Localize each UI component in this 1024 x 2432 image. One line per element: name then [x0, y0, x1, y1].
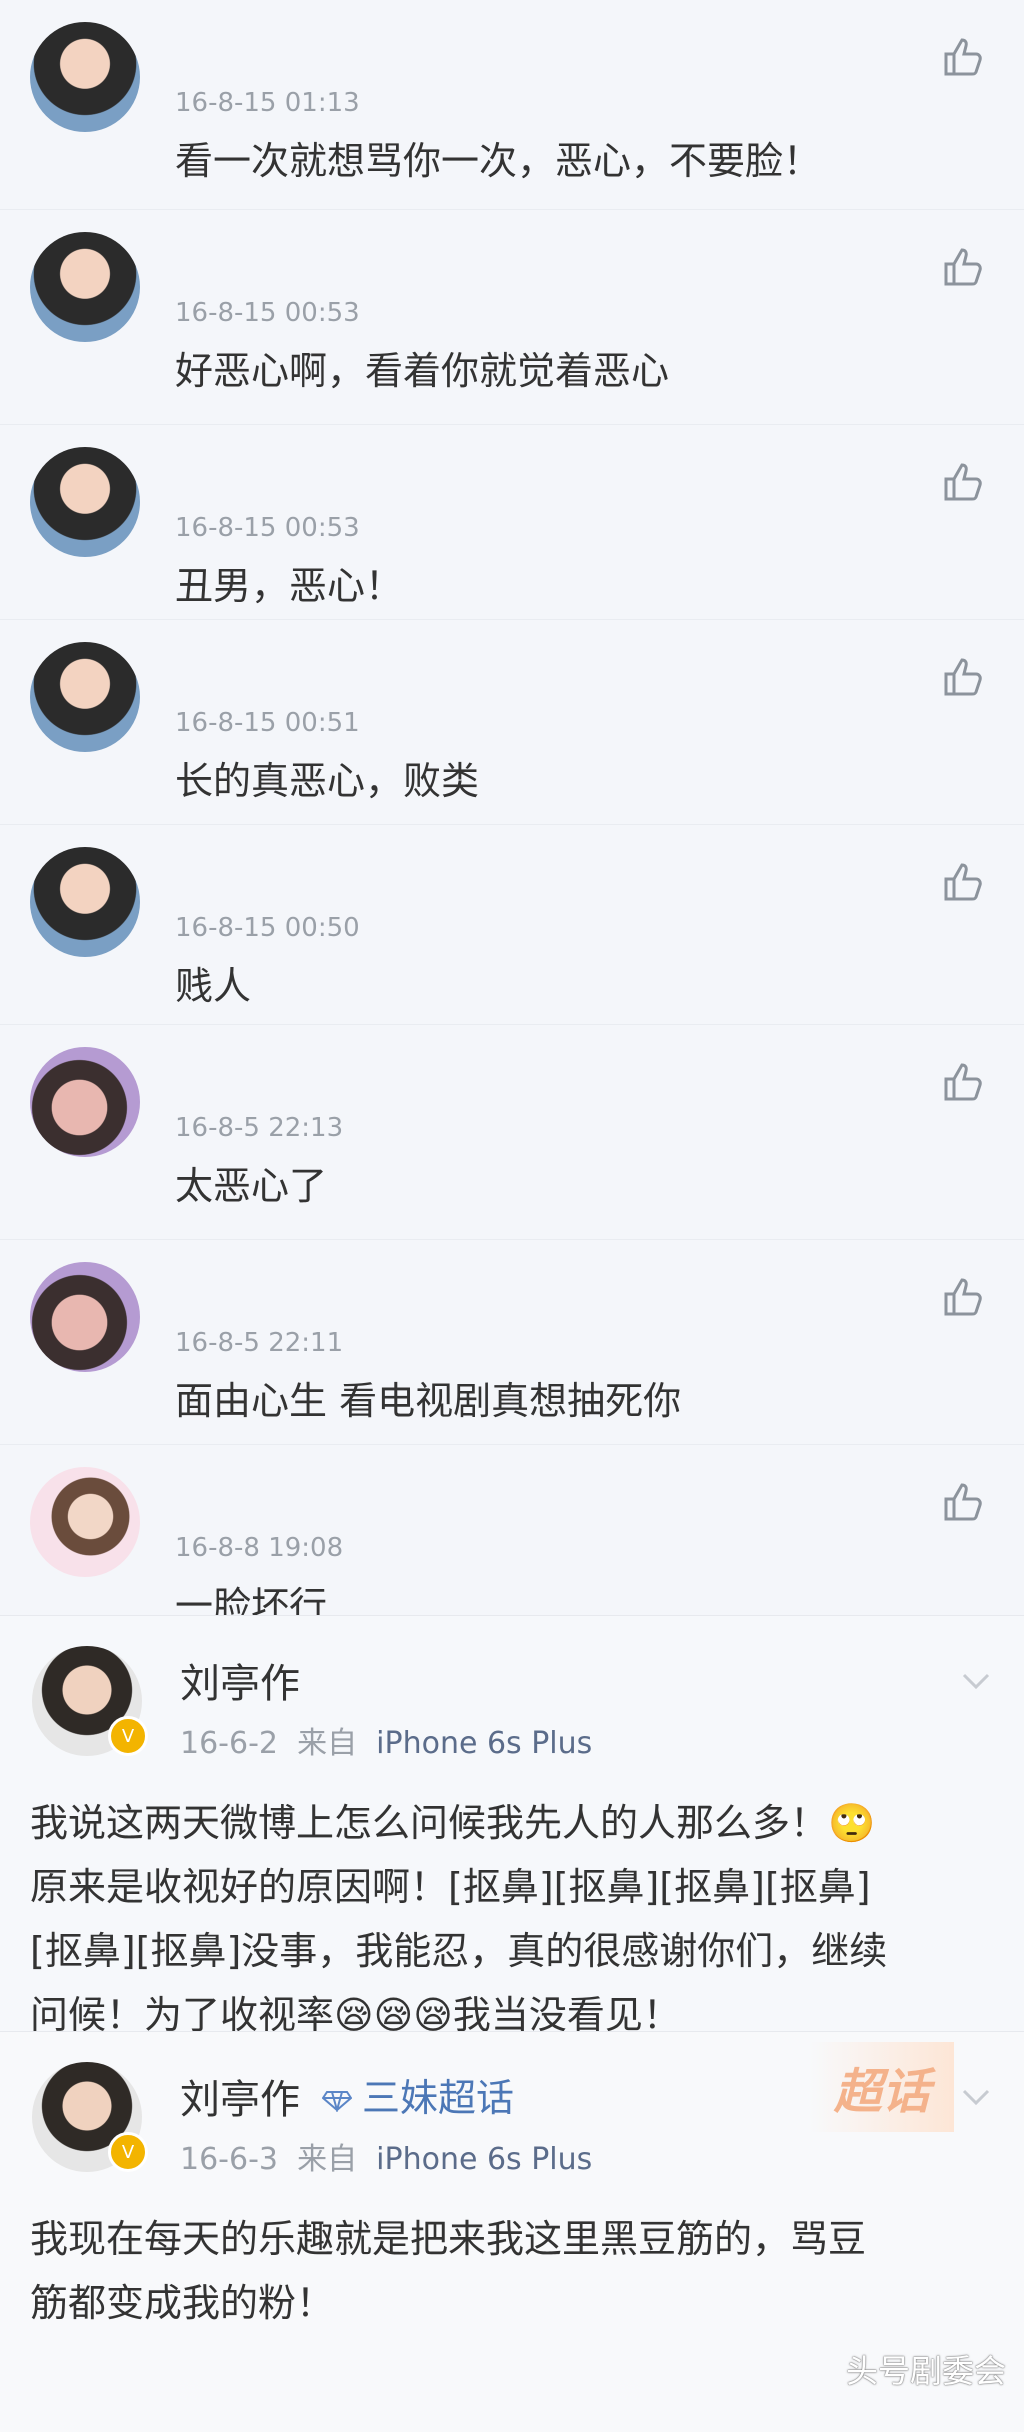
post-date: 16-6-2 [180, 1726, 278, 1761]
watermark: 头号剧委会 [845, 2352, 1006, 2390]
comment-item: 16-8-15 00:53 好恶心啊，看着你就觉着恶心 [0, 210, 1024, 425]
post-source-label: 来自 [297, 2142, 358, 2177]
post-device[interactable]: iPhone 6s Plus [376, 2142, 592, 2177]
post-meta: 16-6-2 来自 iPhone 6s Plus [180, 1718, 592, 1762]
diamond-icon [322, 2090, 352, 2112]
comment-text: 面由心生 看电视剧真想抽死你 [175, 1379, 682, 1423]
avatar[interactable] [30, 642, 140, 752]
comment-list: 16-8-15 01:13 看一次就想骂你一次，恶心，不要脸！ 16-8-15 … [0, 0, 1024, 1628]
avatar[interactable] [30, 447, 140, 557]
avatar[interactable] [30, 1467, 140, 1577]
post-author[interactable]: 刘亭作 [180, 1651, 300, 1709]
avatar[interactable] [30, 847, 140, 957]
super-topic-badge: 超话 [809, 2042, 954, 2132]
comment-time: 16-8-5 22:11 [175, 1328, 344, 1358]
comment-text: 好恶心啊，看着你就觉着恶心 [175, 349, 670, 393]
avatar[interactable] [30, 1047, 140, 1157]
post-source-label: 来自 [297, 1726, 358, 1761]
comment-time: 16-8-15 00:50 [175, 913, 360, 943]
post-date: 16-6-3 [180, 2142, 278, 2177]
comment-item: 16-8-8 19:08 一脸坏行 [0, 1445, 1024, 1628]
post-body: 我说这两天微博上怎么问候我先人的人那么多！🙄 原来是收视好的原因啊！[抠鼻][抠… [30, 1801, 888, 2037]
comment-item: 16-8-15 00:51 长的真恶心，败类 [0, 620, 1024, 825]
comment-time: 16-8-15 00:53 [175, 513, 360, 543]
topic-link[interactable]: 三妹超话 [322, 2067, 514, 2122]
comment-text: 长的真恶心，败类 [175, 759, 480, 803]
comment-time: 16-8-15 01:13 [175, 88, 360, 118]
comment-time: 16-8-5 22:13 [175, 1113, 344, 1143]
like-icon[interactable] [938, 857, 986, 905]
like-icon[interactable] [938, 652, 986, 700]
comment-time: 16-8-15 00:51 [175, 708, 360, 738]
weibo-post: V 刘亭作 16-6-2 来自 iPhone 6s Plus 我说这两天微博上怎… [0, 1615, 1024, 2037]
verified-badge: V [108, 1716, 148, 1756]
avatar[interactable] [30, 232, 140, 342]
comment-item: 16-8-15 00:50 贱人 [0, 825, 1024, 1025]
weibo-post: 超话 V 刘亭作 三妹超话 16-6-3 来自 iPhone 6s Plus 我… [0, 2031, 1024, 2432]
like-icon[interactable] [938, 32, 986, 80]
verified-badge: V [108, 2132, 148, 2172]
like-icon[interactable] [938, 457, 986, 505]
like-icon[interactable] [938, 1477, 986, 1525]
post-body: 我现在每天的乐趣就是把来我这里黑豆筋的，骂豆 筋都变成我的粉！ [30, 2217, 867, 2325]
chevron-down-icon[interactable] [956, 1661, 996, 1701]
comment-text: 看一次就想骂你一次，恶心，不要脸！ [175, 139, 822, 183]
comment-item: 16-8-15 01:13 看一次就想骂你一次，恶心，不要脸！ [0, 0, 1024, 210]
like-icon[interactable] [938, 1057, 986, 1105]
comment-item: 16-8-5 22:13 太恶心了 [0, 1025, 1024, 1240]
post-meta: 16-6-3 来自 iPhone 6s Plus [180, 2134, 592, 2178]
like-icon[interactable] [938, 1272, 986, 1320]
comment-time: 16-8-15 00:53 [175, 298, 360, 328]
post-device[interactable]: iPhone 6s Plus [376, 1726, 592, 1761]
chevron-down-icon[interactable] [956, 2077, 996, 2117]
comment-text: 贱人 [175, 964, 252, 1008]
avatar[interactable] [30, 22, 140, 132]
comment-item: 16-8-15 00:53 丑男，恶心！ [0, 425, 1024, 620]
topic-label: 三妹超话 [362, 2076, 515, 2120]
like-icon[interactable] [938, 242, 986, 290]
comment-item: 16-8-5 22:11 面由心生 看电视剧真想抽死你 [0, 1240, 1024, 1445]
comment-text: 太恶心了 [175, 1164, 328, 1208]
comment-time: 16-8-8 19:08 [175, 1533, 344, 1563]
avatar[interactable] [30, 1262, 140, 1372]
post-author[interactable]: 刘亭作 [180, 2067, 300, 2125]
comment-text: 丑男，恶心！ [175, 564, 404, 608]
